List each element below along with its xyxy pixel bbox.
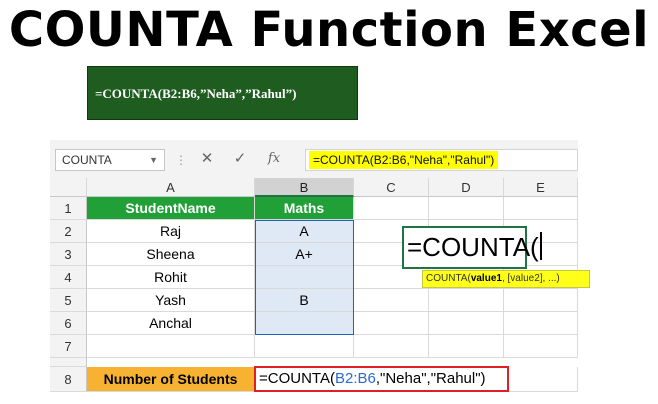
cell-d5[interactable] [429, 289, 504, 312]
maths-cell[interactable]: A+ [255, 243, 354, 266]
cell-e5[interactable] [504, 289, 578, 312]
row-header-hidden [50, 358, 87, 367]
cell-c7[interactable] [354, 335, 429, 358]
column-header-e[interactable]: E [504, 178, 578, 197]
student-cell[interactable]: Anchal [87, 312, 255, 335]
column-header-b[interactable]: B [255, 178, 354, 197]
cell-d6[interactable] [429, 312, 504, 335]
column-header-d[interactable]: D [429, 178, 504, 197]
cell-c5[interactable] [354, 289, 429, 312]
row-header-5[interactable]: 5 [50, 289, 87, 312]
row-header-6[interactable]: 6 [50, 312, 87, 335]
page-title: COUNTA Function Excel [8, 2, 650, 58]
formula-zoom-text: =COUNTA( [407, 232, 539, 262]
tooltip-arg1: value1 [470, 273, 502, 284]
formula-text: =COUNTA(B2:B6,"Neha","Rahul") [309, 151, 499, 169]
column-header-a[interactable]: A [87, 178, 255, 197]
name-box-value: COUNTA [62, 153, 112, 167]
student-cell[interactable]: Yash [87, 289, 255, 312]
row-header-7[interactable]: 7 [50, 335, 87, 358]
student-cell[interactable]: Raj [87, 220, 255, 243]
cell-d1[interactable] [429, 197, 504, 220]
vertical-dots-icon: ⋮ [175, 153, 187, 167]
tooltip-fn: COUNTA( [426, 273, 471, 284]
cell-a7[interactable] [87, 335, 255, 358]
cell-e7[interactable] [504, 335, 578, 358]
formula-range-ref: B2:B6 [334, 370, 376, 387]
cell-b7[interactable] [255, 335, 354, 358]
function-tooltip: COUNTA(value1, [value2], ...) [422, 270, 590, 288]
header-student-name[interactable]: StudentName [87, 197, 255, 220]
column-header-c[interactable]: C [354, 178, 429, 197]
summary-label[interactable]: Number of Students [87, 367, 255, 392]
cell-c1[interactable] [354, 197, 429, 220]
select-all-corner[interactable] [50, 178, 87, 197]
insert-function-icon[interactable]: fx [264, 149, 284, 169]
cell-d7[interactable] [429, 335, 504, 358]
spreadsheet: COUNTA ▼ ⋮ ✕ ✓ fx =COUNTA(B2:B6,"Neha","… [50, 140, 590, 402]
cell-e6[interactable] [504, 312, 578, 335]
maths-cell[interactable]: A [255, 220, 354, 243]
cell-c6[interactable] [354, 312, 429, 335]
check-icon[interactable]: ✓ [230, 149, 250, 169]
name-box[interactable]: COUNTA ▼ [55, 149, 165, 171]
cell-e8[interactable] [509, 367, 578, 392]
chevron-down-icon[interactable]: ▼ [149, 150, 158, 170]
formula-suffix: ,"Neha","Rahul") [375, 370, 486, 387]
row-header-1[interactable]: 1 [50, 197, 87, 220]
formula-bar: COUNTA ▼ ⋮ ✕ ✓ fx =COUNTA(B2:B6,"Neha","… [50, 140, 578, 178]
column-headers: A B C D E [50, 178, 578, 197]
maths-cell[interactable] [255, 312, 354, 335]
row-header-4[interactable]: 4 [50, 266, 87, 289]
formula-banner: =COUNTA(B2:B6,”Neha”,”Rahul”) [87, 66, 358, 120]
row-header-2[interactable]: 2 [50, 220, 87, 243]
cell-c4[interactable] [354, 266, 429, 289]
cell-e1[interactable] [504, 197, 578, 220]
row-header-3[interactable]: 3 [50, 243, 87, 266]
close-icon[interactable]: ✕ [197, 149, 217, 169]
formula-prefix: =COUNTA( [259, 370, 335, 387]
student-cell[interactable]: Rohit [87, 266, 255, 289]
maths-cell[interactable]: B [255, 289, 354, 312]
formula-zoom-cell: =COUNTA( [402, 226, 542, 269]
editing-formula-cell[interactable]: =COUNTA(B2:B6,"Neha","Rahul") [254, 366, 509, 392]
formula-input[interactable]: =COUNTA(B2:B6,"Neha","Rahul") [305, 149, 578, 171]
student-cell[interactable]: Sheena [87, 243, 255, 266]
header-maths[interactable]: Maths [255, 197, 354, 220]
row-header-8[interactable]: 8 [50, 367, 87, 392]
text-cursor-icon [539, 232, 542, 260]
tooltip-rest: , [value2], ...) [501, 273, 560, 284]
maths-cell[interactable] [255, 266, 354, 289]
